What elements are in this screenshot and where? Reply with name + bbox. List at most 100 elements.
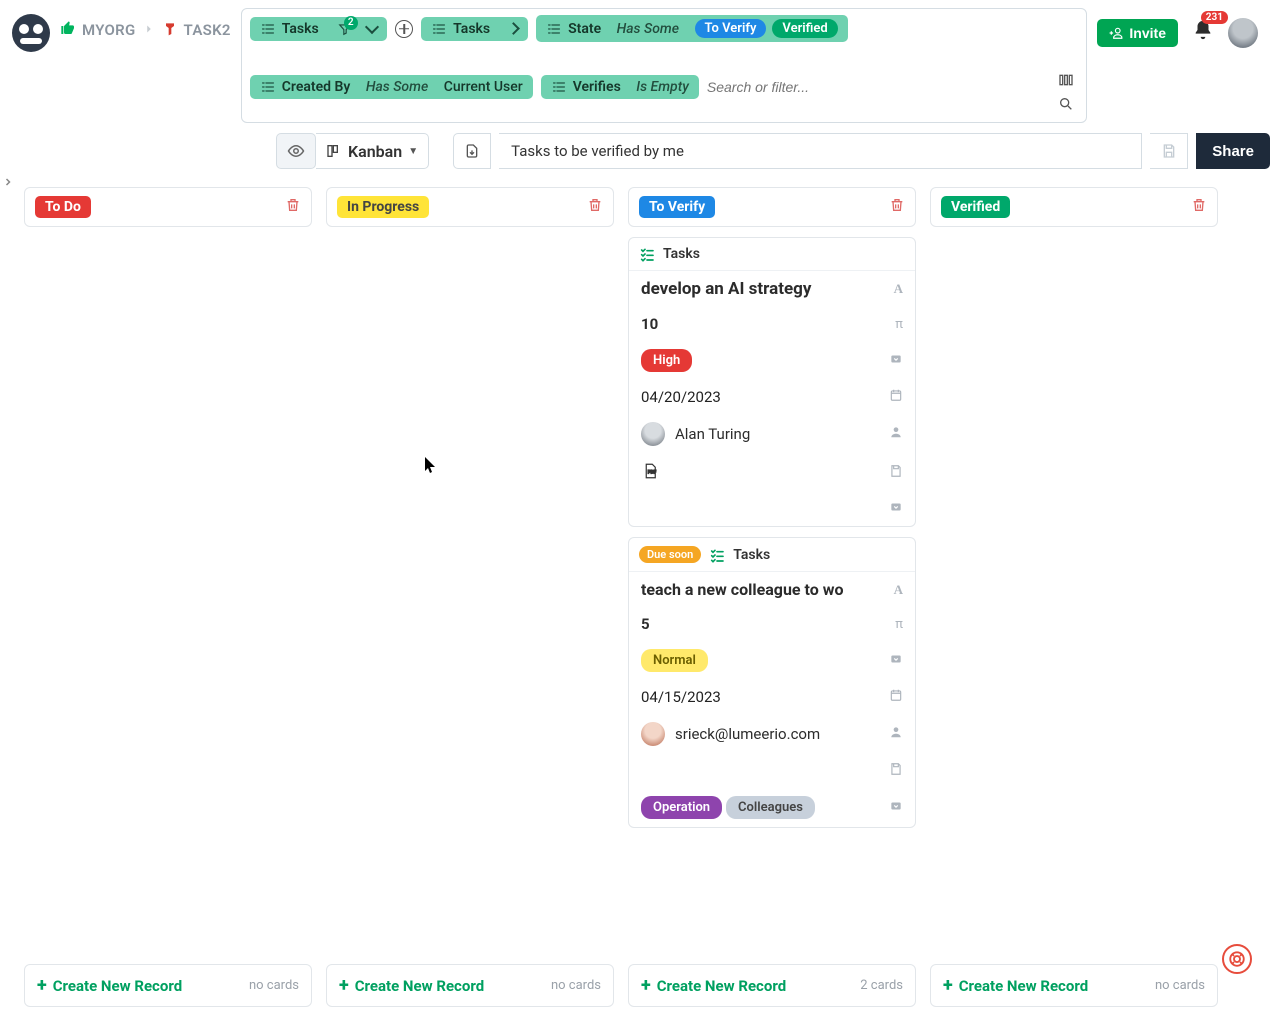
create-label: Create New Record [959, 977, 1088, 995]
notifications-button[interactable]: 231 [1192, 19, 1214, 47]
card-priority[interactable]: Normal [641, 649, 708, 672]
card-attachment[interactable]: PDF [641, 462, 659, 484]
calendar-icon [889, 688, 903, 706]
createdby-field: Created By [282, 79, 351, 95]
file-field-icon [889, 464, 903, 482]
view-name-input[interactable]: Tasks to be verified by me [499, 133, 1142, 169]
select-field-icon [889, 799, 903, 817]
list-icon [551, 79, 567, 95]
text-field-icon: A [894, 281, 903, 297]
search-input[interactable] [707, 79, 887, 95]
avatar-icon [641, 722, 665, 746]
delete-column-toverify[interactable] [889, 197, 905, 217]
card-assignee[interactable]: Alan Turing [641, 422, 750, 446]
linked-collection-chip[interactable]: Tasks [421, 17, 528, 41]
list-icon [260, 21, 276, 37]
view-type-dropdown[interactable]: Kanban ▼ [316, 133, 429, 169]
save-view-button[interactable] [1150, 133, 1188, 169]
card-count: no cards [551, 978, 601, 993]
user-plus-icon [1109, 26, 1123, 40]
assignee-name: Alan Turing [675, 425, 750, 443]
chevron-right-icon[interactable] [507, 22, 520, 35]
invite-label: Invite [1129, 25, 1166, 41]
tag-colleagues[interactable]: Colleagues [726, 796, 815, 819]
text-field-icon: A [894, 582, 903, 598]
state-value-toverify[interactable]: To Verify [695, 19, 767, 38]
card-priority[interactable]: High [641, 349, 692, 372]
app-logo[interactable] [12, 14, 50, 52]
project-icon [162, 22, 178, 38]
user-field-icon [889, 725, 903, 743]
org-name[interactable]: MYORG [82, 21, 136, 39]
view-type-label: Kanban [348, 142, 402, 161]
create-record-button[interactable]: +Create New Record [339, 975, 484, 996]
card-date: 04/15/2023 [641, 688, 721, 706]
svg-text:PDF: PDF [648, 469, 657, 475]
file-field-icon [889, 762, 903, 780]
view-name-text: Tasks to be verified by me [511, 142, 684, 160]
help-button[interactable] [1222, 944, 1252, 974]
card-title: develop an AI strategy [641, 279, 811, 299]
delete-column-verified[interactable] [1191, 197, 1207, 217]
column-header-inprogress[interactable]: In Progress [326, 187, 614, 227]
task-card[interactable]: Tasks develop an AI strategyA 10π High 0… [628, 237, 916, 527]
column-footer-toverify: +Create New Record 2 cards [628, 964, 916, 1007]
share-button[interactable]: Share [1196, 133, 1270, 169]
card-collection-label: Tasks [663, 246, 700, 262]
verifies-filter-chip[interactable]: Verifies Is Empty [541, 75, 699, 99]
create-record-button[interactable]: +Create New Record [37, 975, 182, 996]
create-label: Create New Record [53, 977, 182, 995]
state-value-verified[interactable]: Verified [772, 19, 837, 38]
linked-chip-label: Tasks [453, 21, 490, 37]
user-avatar[interactable] [1228, 18, 1258, 48]
delete-column-todo[interactable] [285, 197, 301, 217]
settings-columns-icon[interactable] [1058, 72, 1074, 92]
export-button[interactable] [453, 133, 491, 169]
card-assignee[interactable]: srieck@lumeerio.com [641, 722, 820, 746]
column-label-inprogress: In Progress [337, 196, 429, 218]
column-footer-inprogress: +Create New Record no cards [326, 964, 614, 1007]
column-label-verified: Verified [941, 196, 1010, 218]
verifies-mode: Is Empty [636, 79, 689, 95]
card-count: 2 cards [860, 978, 903, 993]
visibility-toggle[interactable] [276, 133, 316, 169]
pdf-file-icon: PDF [641, 462, 659, 480]
project-name[interactable]: TASK2 [184, 21, 231, 39]
add-filter-button[interactable] [395, 20, 413, 38]
createdby-filter-chip[interactable]: Created By Has Some Current User [250, 75, 533, 99]
user-field-icon [889, 425, 903, 443]
search-icon[interactable] [1058, 96, 1074, 116]
card-count: no cards [249, 978, 299, 993]
share-label: Share [1212, 143, 1254, 160]
lifebuoy-icon [1228, 950, 1246, 968]
list-icon [639, 246, 655, 262]
card-effort: 5 [641, 615, 650, 633]
tag-operation[interactable]: Operation [641, 796, 722, 819]
invite-button[interactable]: Invite [1097, 19, 1178, 47]
breadcrumb: MYORG TASK2 [60, 20, 231, 40]
delete-column-inprogress[interactable] [587, 197, 603, 217]
column-label-toverify: To Verify [639, 196, 715, 218]
assignee-name: srieck@lumeerio.com [675, 725, 820, 743]
state-filter-mode: Has Some [617, 21, 679, 37]
column-header-verified[interactable]: Verified [930, 187, 1218, 227]
card-tags[interactable]: Operation Colleagues [641, 796, 815, 819]
state-filter-chip[interactable]: State Has Some To Verify Verified [536, 15, 848, 42]
select-field-icon [889, 500, 903, 518]
filter-funnel-icon[interactable]: 2 [338, 22, 352, 36]
create-record-button[interactable]: +Create New Record [641, 975, 786, 996]
chevron-down-icon[interactable] [365, 20, 379, 34]
number-field-icon: π [895, 617, 903, 632]
calendar-icon [889, 388, 903, 406]
create-record-button[interactable]: +Create New Record [943, 975, 1088, 996]
column-header-toverify[interactable]: To Verify [628, 187, 916, 227]
task-card[interactable]: Due soon Tasks teach a new colleague to … [628, 537, 916, 828]
filter-count-badge: 2 [344, 16, 358, 30]
state-filter-field: State [568, 21, 601, 37]
avatar-icon [641, 422, 665, 446]
column-header-todo[interactable]: To Do [24, 187, 312, 227]
list-icon [260, 79, 276, 95]
create-label: Create New Record [657, 977, 786, 995]
filter-panel: Tasks 2 Tasks State Has Some To Verify V… [241, 8, 1088, 123]
source-collection-chip[interactable]: Tasks 2 [250, 17, 387, 41]
